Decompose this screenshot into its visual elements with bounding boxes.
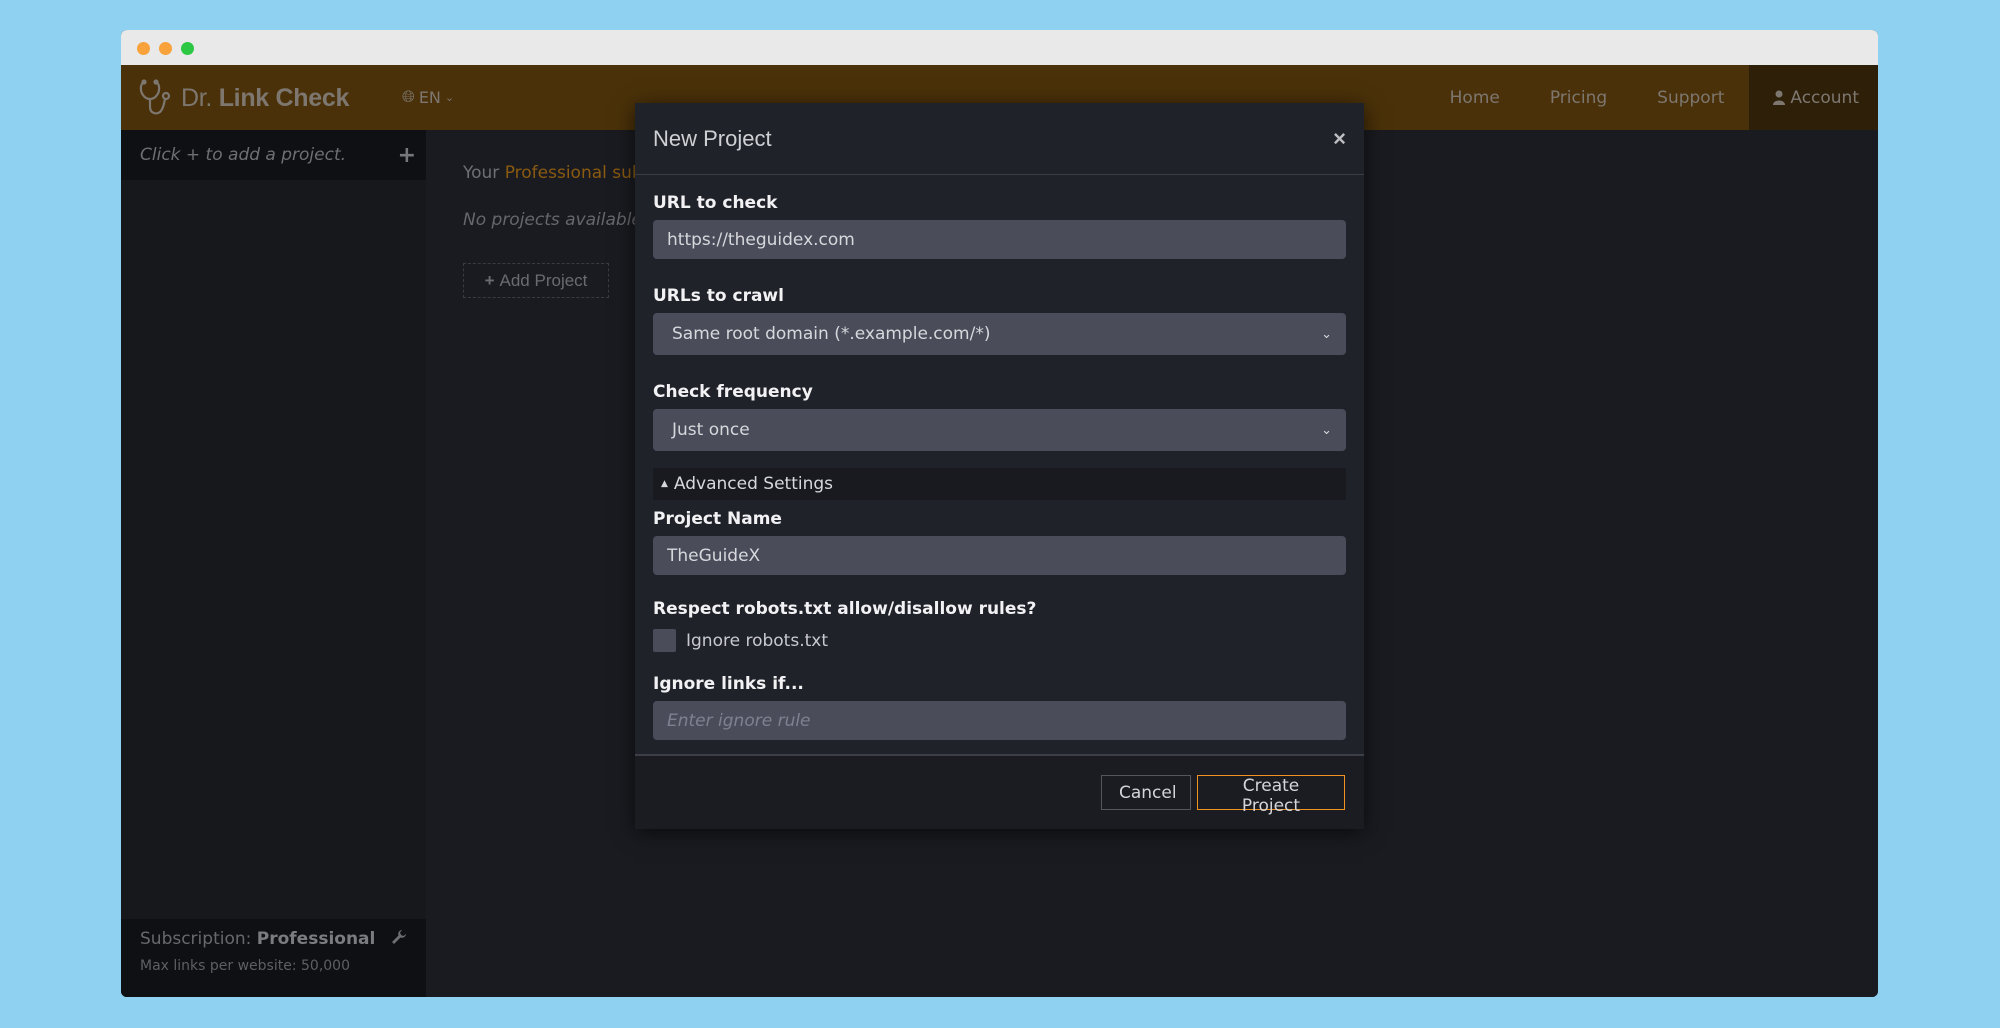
brand-title: Link Check: [218, 83, 350, 112]
modal-body: URL to check URLs to crawl Same root dom…: [635, 175, 1364, 740]
no-projects-message: No projects available.: [463, 210, 648, 230]
add-project-label: Add Project: [499, 270, 588, 290]
nav-home[interactable]: Home: [1425, 88, 1525, 108]
window-titlebar: [121, 30, 1878, 65]
cancel-button[interactable]: Cancel: [1101, 775, 1191, 810]
subscription-link[interactable]: Professional sub: [505, 163, 643, 183]
ignore-robots-label[interactable]: Ignore robots.txt: [686, 631, 828, 651]
add-project-button[interactable]: + Add Project: [463, 263, 609, 298]
frequency-selected-value: Just once: [672, 420, 750, 440]
nav-links: Home Pricing Support Account: [1425, 65, 1878, 130]
modal-header: New Project ×: [635, 103, 1364, 175]
plus-icon: +: [484, 270, 495, 290]
frequency-field-group: Check frequency Just once ⌄: [653, 382, 1346, 451]
sidebar-header: Click + to add a project. +: [121, 130, 426, 180]
globe-icon: 🌐︎: [402, 87, 415, 106]
nav-support[interactable]: Support: [1632, 88, 1749, 108]
language-label: EN: [418, 87, 441, 107]
frequency-select[interactable]: Just once ⌄: [653, 409, 1346, 451]
url-label: URL to check: [653, 193, 778, 213]
nav-account[interactable]: Account: [1749, 65, 1878, 130]
create-project-button[interactable]: Create Project: [1197, 775, 1345, 816]
ignore-robots-checkbox[interactable]: [653, 629, 676, 652]
robots-label: Respect robots.txt allow/disallow rules?: [653, 599, 1037, 619]
maximize-window-button[interactable]: [181, 42, 194, 55]
url-field-group: URL to check: [653, 193, 1346, 259]
brand-name: Dr. Link Check: [181, 84, 349, 113]
minimize-window-button[interactable]: [159, 42, 172, 55]
crawl-field-group: URLs to crawl Same root domain (*.exampl…: [653, 286, 1346, 355]
nav-pricing[interactable]: Pricing: [1525, 88, 1632, 108]
subscription-prefix: Your: [463, 163, 500, 183]
max-links-text: Max links per website: 50,000: [140, 958, 350, 974]
language-selector[interactable]: 🌐︎ EN ⌄: [402, 87, 454, 107]
subscription-label: Subscription:: [140, 929, 252, 949]
ignore-rule-input[interactable]: [653, 701, 1346, 740]
wrench-icon[interactable]: [391, 929, 407, 950]
close-icon[interactable]: ×: [1333, 126, 1346, 152]
robots-field-group: Respect robots.txt allow/disallow rules?…: [653, 599, 1346, 652]
chevron-down-icon: ⌄: [444, 90, 455, 104]
sidebar: Click + to add a project. + Subscription…: [121, 130, 426, 997]
sidebar-hint: Click + to add a project.: [140, 145, 347, 165]
modal-title: New Project: [653, 125, 772, 151]
chevron-down-icon: ⌄: [1321, 326, 1332, 342]
ignore-field-group: Ignore links if...: [653, 674, 1346, 740]
crawl-label: URLs to crawl: [653, 286, 784, 306]
advanced-settings-toggle[interactable]: ▲ Advanced Settings: [653, 468, 1346, 500]
frequency-label: Check frequency: [653, 382, 813, 402]
new-project-modal: New Project × URL to check URLs to crawl…: [635, 103, 1364, 829]
user-icon: [1773, 90, 1786, 105]
modal-footer: Cancel Create Project: [635, 754, 1364, 829]
add-project-plus-icon[interactable]: +: [398, 143, 416, 168]
brand-logo[interactable]: Dr. Link Check: [139, 79, 349, 117]
stethoscope-icon: [139, 79, 171, 115]
ignore-label: Ignore links if...: [653, 674, 804, 694]
project-name-input[interactable]: [653, 536, 1346, 575]
brand-prefix: Dr.: [181, 83, 213, 112]
account-label: Account: [1790, 87, 1859, 108]
crawl-selected-value: Same root domain (*.example.com/*): [672, 324, 991, 344]
close-window-button[interactable]: [137, 42, 150, 55]
subscription-text: Subscription: Professional: [140, 929, 375, 950]
project-name-label: Project Name: [653, 509, 782, 529]
subscription-plan: Professional: [256, 929, 376, 949]
project-name-field-group: Project Name: [653, 509, 1346, 575]
chevron-down-icon: ⌄: [1321, 422, 1332, 438]
caret-up-icon: ▲: [661, 479, 668, 489]
robots-checkbox-row[interactable]: Ignore robots.txt: [653, 629, 1346, 652]
crawl-select[interactable]: Same root domain (*.example.com/*) ⌄: [653, 313, 1346, 355]
url-input[interactable]: [653, 220, 1346, 259]
subscription-panel: Subscription: Professional Max links per…: [121, 919, 426, 997]
subscription-message: Your Professional sub: [463, 163, 643, 183]
advanced-settings-label: Advanced Settings: [673, 474, 834, 494]
